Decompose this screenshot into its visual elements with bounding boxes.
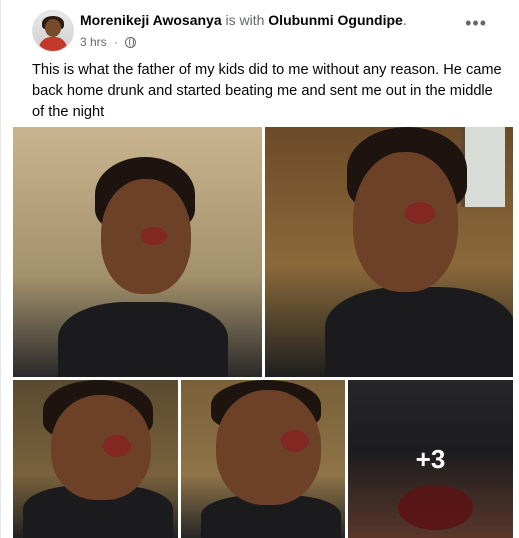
post-time[interactable]: 3 hrs (80, 35, 107, 49)
post-photo-4[interactable] (181, 380, 345, 538)
with-text: is with (221, 12, 269, 28)
post-text: This is what the father of my kids did t… (32, 62, 502, 120)
author-name[interactable]: Morenikeji Awosanya (80, 12, 222, 28)
author-avatar[interactable] (32, 10, 74, 52)
post-card: Morenikeji Awosanya is with Olubunmi Ogu… (0, 0, 519, 538)
globe-icon[interactable] (125, 36, 137, 48)
more-photos-overlay[interactable]: +3 (348, 380, 513, 538)
more-photos-count: +3 (415, 443, 446, 474)
post-header: Morenikeji Awosanya is with Olubunmi Ogu… (80, 12, 407, 28)
post-photo-2[interactable] (265, 127, 513, 377)
more-options-button[interactable]: ••• (465, 14, 487, 32)
meta-separator: · (110, 35, 122, 49)
tagged-name[interactable]: Olubunmi Ogundipe (268, 12, 403, 28)
post-photo-1[interactable] (13, 127, 262, 377)
header-punctuation: . (402, 12, 407, 28)
post-photo-5[interactable]: +3 (348, 380, 513, 538)
post-photo-3[interactable] (13, 380, 178, 538)
post-meta: 3 hrs · (80, 35, 137, 49)
